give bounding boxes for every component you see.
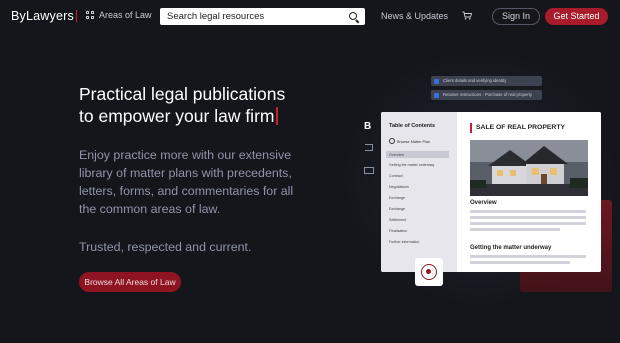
toc-browse-link: Browse Matter Plan <box>389 138 430 144</box>
table-of-contents: Table of Contents Browse Matter Plan Ove… <box>381 112 457 272</box>
house-image <box>470 140 588 196</box>
toc-item: Negotiations <box>389 185 409 189</box>
search-placeholder: Search legal resources <box>167 11 265 22</box>
hero-title-line1: Practical legal publications <box>79 84 286 104</box>
areas-of-law-menu[interactable]: Areas of Law <box>86 10 152 20</box>
sign-in-icon <box>365 144 373 151</box>
toc-item: Further information <box>389 240 420 244</box>
search-input[interactable]: Search legal resources <box>160 8 365 25</box>
notification-text: Retainer instructions - Purchase of real… <box>443 92 532 97</box>
text-cursor <box>276 107 278 125</box>
app-logo-letter: B <box>364 121 372 132</box>
hero-title: Practical legal publications to empower … <box>79 83 299 127</box>
text-line <box>470 255 586 258</box>
text-line <box>470 228 560 231</box>
news-updates-link[interactable]: News & Updates <box>381 11 448 21</box>
logo-text: ByLawyers <box>11 9 74 23</box>
areas-of-law-label: Areas of Law <box>99 10 152 20</box>
toc-item: Exchange <box>389 207 405 211</box>
seal-badge <box>415 258 443 286</box>
matter-plan-preview: Table of Contents Browse Matter Plan Ove… <box>381 112 601 272</box>
notification-card: Retainer instructions - Purchase of real… <box>431 90 542 100</box>
book-icon <box>364 167 374 174</box>
sign-in-button[interactable]: Sign In <box>492 8 540 25</box>
cart-icon[interactable] <box>462 11 472 20</box>
search-icon[interactable] <box>349 12 357 20</box>
text-line <box>470 222 586 225</box>
overview-heading: Overview <box>470 200 497 206</box>
text-line <box>470 216 586 219</box>
text-line <box>470 261 570 264</box>
logo-accent-bar <box>75 10 77 22</box>
seal-icon <box>421 264 437 280</box>
text-line <box>470 210 586 213</box>
toc-item: Settlement <box>389 218 407 222</box>
document-icon <box>434 92 439 98</box>
notification-card: Client details and verifying identity <box>431 76 542 86</box>
grid-icon <box>86 11 94 19</box>
title-accent-bar <box>470 123 472 133</box>
document-icon <box>434 78 439 84</box>
document-page: SALE OF REAL PROPERTY Overview Getting t… <box>457 112 601 272</box>
toc-item: Getting the matter underway <box>389 163 435 167</box>
toc-item: Exchange <box>389 196 405 200</box>
get-started-button[interactable]: Get Started <box>545 8 608 25</box>
notification-text: Client details and verifying identity <box>443 78 507 83</box>
hero-tagline: Trusted, respected and current. <box>79 240 252 254</box>
top-nav: ByLawyers Areas of Law Search legal reso… <box>0 0 620 33</box>
hero-description: Enjoy practice more with our extensive l… <box>79 148 294 216</box>
house-photo <box>470 140 588 196</box>
document-title: SALE OF REAL PROPERTY <box>476 124 565 131</box>
browse-all-areas-button[interactable]: Browse All Areas of Law <box>79 272 181 292</box>
toc-item: Finalisation <box>389 229 408 233</box>
hero-title-line2: to empower your law firm <box>79 106 275 126</box>
toc-item: Overview <box>389 153 404 157</box>
toc-title: Table of Contents <box>389 123 436 129</box>
section-heading: Getting the matter underway <box>470 245 552 251</box>
logo[interactable]: ByLawyers <box>11 9 77 23</box>
toc-item: Contract <box>389 174 403 178</box>
